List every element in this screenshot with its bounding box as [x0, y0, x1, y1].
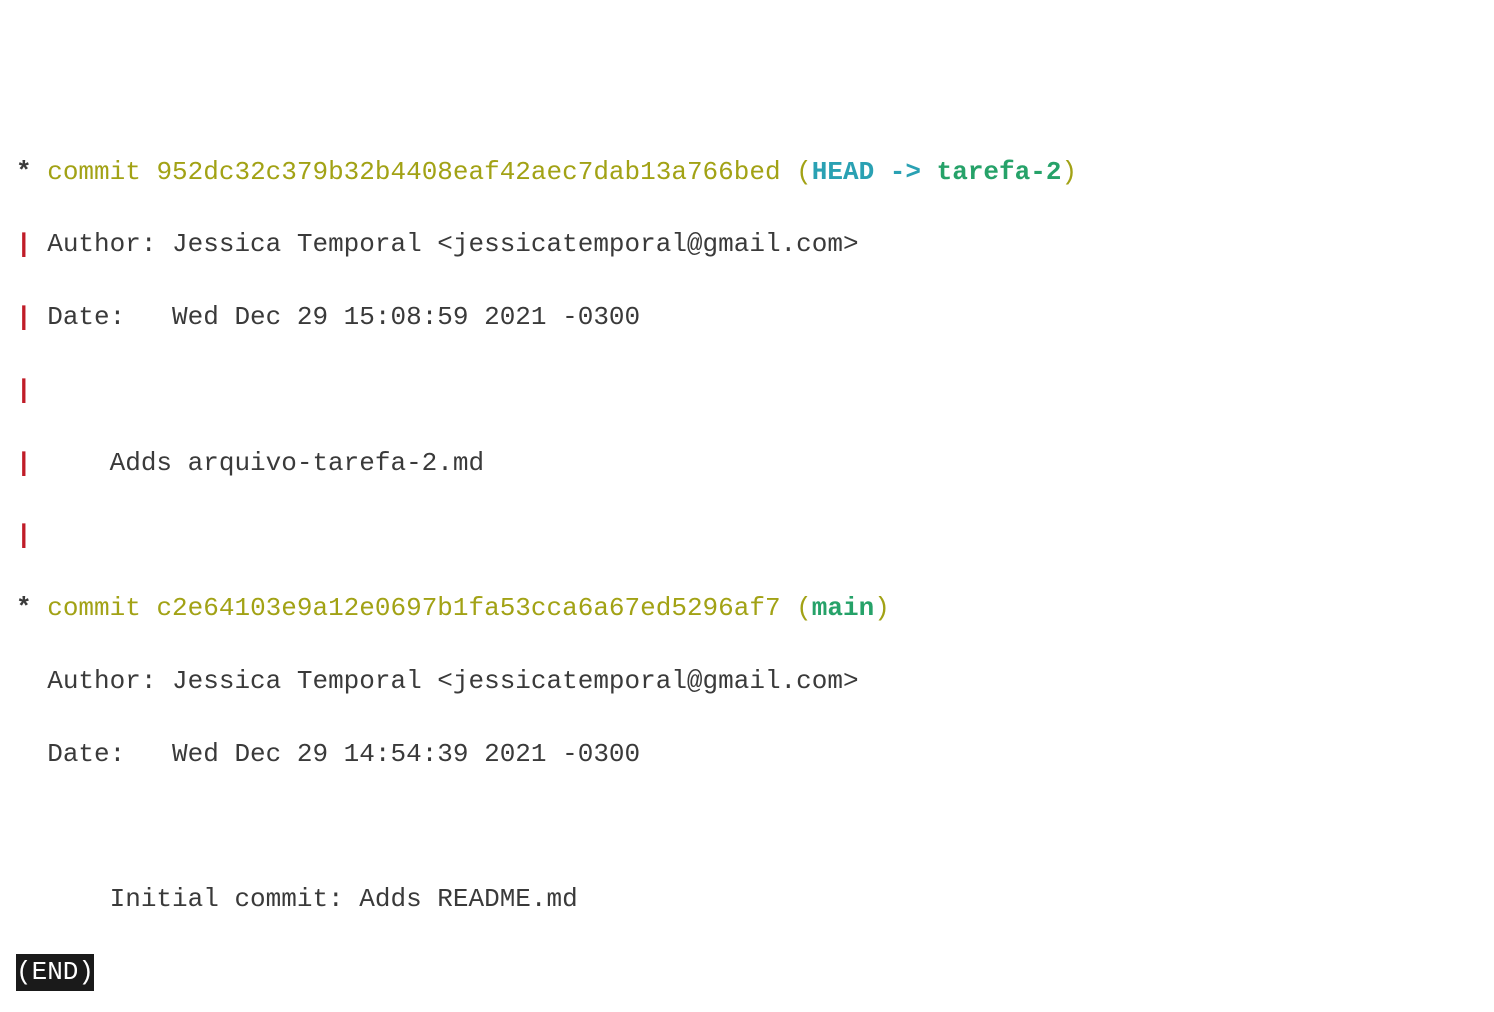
- author-label: Author:: [47, 229, 156, 259]
- graph-node-icon: *: [16, 593, 32, 623]
- commit-keyword: commit: [47, 593, 141, 623]
- date-line-0: | Date: Wed Dec 29 15:08:59 2021 -0300: [16, 299, 1478, 335]
- graph-pipe-icon: |: [16, 302, 32, 332]
- refs-close-paren: ): [874, 593, 890, 623]
- pager-end-marker[interactable]: (END): [16, 954, 94, 990]
- author-line-0: | Author: Jessica Temporal <jessicatempo…: [16, 226, 1478, 262]
- date-value: Wed Dec 29 14:54:39 2021 -0300: [172, 739, 640, 769]
- blank-line: |: [16, 517, 1478, 553]
- graph-pipe-icon: |: [16, 448, 32, 478]
- message-line-1: Initial commit: Adds README.md: [16, 881, 1478, 917]
- refs-close-paren: ): [1061, 157, 1077, 187]
- commit-message: Initial commit: Adds README.md: [110, 884, 578, 914]
- commit-line-1: * commit c2e64103e9a12e0697b1fa53cca6a67…: [16, 590, 1478, 626]
- date-line-1: Date: Wed Dec 29 14:54:39 2021 -0300: [16, 736, 1478, 772]
- date-value: Wed Dec 29 15:08:59 2021 -0300: [172, 302, 640, 332]
- head-ref: HEAD: [812, 157, 874, 187]
- author-label: Author:: [47, 666, 156, 696]
- commit-line-0: * commit 952dc32c379b32b4408eaf42aec7dab…: [16, 154, 1478, 190]
- commit-hash: c2e64103e9a12e0697b1fa53cca6a67ed5296af7: [156, 593, 780, 623]
- refs-open-paren: (: [796, 157, 812, 187]
- author-value: Jessica Temporal <jessicatemporal@gmail.…: [172, 229, 859, 259]
- branch-ref: main: [812, 593, 874, 623]
- blank-line: [16, 809, 1478, 845]
- commit-hash: 952dc32c379b32b4408eaf42aec7dab13a766bed: [156, 157, 780, 187]
- author-value: Jessica Temporal <jessicatemporal@gmail.…: [172, 666, 859, 696]
- branch-ref: tarefa-2: [937, 157, 1062, 187]
- author-line-1: Author: Jessica Temporal <jessicatempora…: [16, 663, 1478, 699]
- refs-open-paren: (: [796, 593, 812, 623]
- graph-node-icon: *: [16, 157, 32, 187]
- commit-keyword: commit: [47, 157, 141, 187]
- graph-pipe-icon: |: [16, 375, 32, 405]
- arrow-icon: ->: [874, 157, 936, 187]
- blank-line: |: [16, 372, 1478, 408]
- graph-pipe-icon: |: [16, 520, 32, 550]
- date-label: Date:: [47, 739, 125, 769]
- graph-pipe-icon: |: [16, 229, 32, 259]
- commit-message: Adds arquivo-tarefa-2.md: [110, 448, 484, 478]
- message-line-0: | Adds arquivo-tarefa-2.md: [16, 445, 1478, 481]
- date-label: Date:: [47, 302, 125, 332]
